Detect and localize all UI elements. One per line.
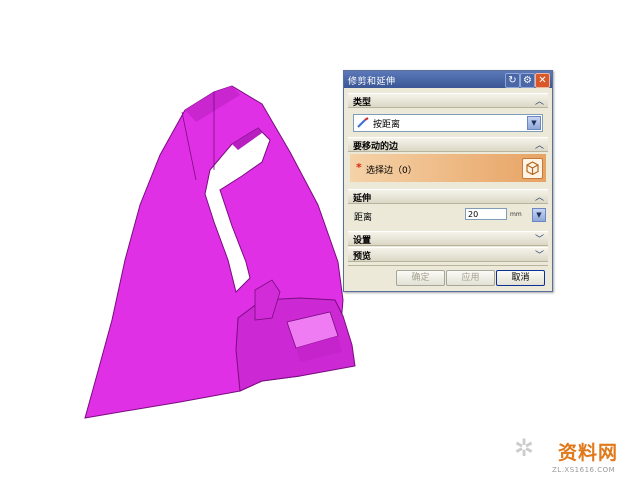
- type-dropdown-value: 按距离: [373, 120, 401, 130]
- group-label-preview: 预览: [353, 252, 372, 262]
- dialog-titlebar[interactable]: 修剪和延伸 ↻ ⚙ ✕: [344, 71, 552, 88]
- distance-unit: mm: [510, 211, 522, 218]
- chevron-up-icon[interactable]: ︿: [535, 94, 544, 107]
- dialog-title: 修剪和延伸: [348, 77, 396, 87]
- group-header-preview[interactable]: 预览 ﹀: [348, 247, 548, 262]
- group-label-settings: 设置: [353, 236, 372, 246]
- gear-icon[interactable]: ⚙: [520, 73, 535, 88]
- chevron-down-icon[interactable]: ﹀: [535, 248, 544, 261]
- chevron-down-icon[interactable]: ﹀: [535, 232, 544, 245]
- select-edge-label: 选择边（0）: [366, 166, 417, 176]
- watermark-title: 资料网: [558, 442, 619, 464]
- select-edge-row[interactable]: * 选择边（0）: [350, 154, 546, 182]
- apply-button[interactable]: 应用: [446, 270, 495, 286]
- close-icon[interactable]: ✕: [535, 73, 550, 88]
- watermark-logo-icon: ✲: [514, 434, 535, 462]
- group-header-extend[interactable]: 延伸 ︿: [348, 189, 548, 204]
- chevron-up-icon[interactable]: ︿: [535, 138, 544, 151]
- watermark-url: ZL.XS1616.COM: [552, 466, 616, 474]
- watermark: ✲ 资料网 ZL.XS1616.COM: [508, 432, 634, 486]
- group-label-type: 类型: [353, 98, 372, 108]
- ok-button[interactable]: 确定: [396, 270, 445, 286]
- distance-label: 距离: [354, 213, 373, 223]
- group-header-settings[interactable]: 设置 ﹀: [348, 231, 548, 246]
- required-star-icon: *: [356, 161, 362, 174]
- distance-row: 距离 20 mm ▼: [348, 207, 548, 224]
- type-dropdown[interactable]: 按距离 ▼: [353, 114, 543, 132]
- distance-input[interactable]: 20: [465, 208, 507, 220]
- group-label-edges: 要移动的边: [353, 142, 399, 152]
- trim-extend-dialog: 修剪和延伸 ↻ ⚙ ✕ 类型 ︿ 按距离 ▼ 要移动的边 ︿ * 选择边（0） …: [343, 70, 553, 292]
- group-label-extend: 延伸: [353, 194, 372, 204]
- select-edge-button[interactable]: [522, 158, 543, 179]
- distance-type-icon: [357, 117, 369, 128]
- cancel-button[interactable]: 取消: [496, 270, 545, 286]
- footer-divider: [348, 265, 548, 266]
- distance-options-button[interactable]: ▼: [532, 208, 546, 222]
- chevron-down-icon[interactable]: ▼: [527, 116, 541, 130]
- group-header-edges[interactable]: 要移动的边 ︿: [348, 137, 548, 152]
- cube-icon: [526, 161, 539, 176]
- group-header-type[interactable]: 类型 ︿: [348, 93, 548, 108]
- chevron-up-icon[interactable]: ︿: [535, 190, 544, 203]
- reset-icon[interactable]: ↻: [505, 73, 520, 88]
